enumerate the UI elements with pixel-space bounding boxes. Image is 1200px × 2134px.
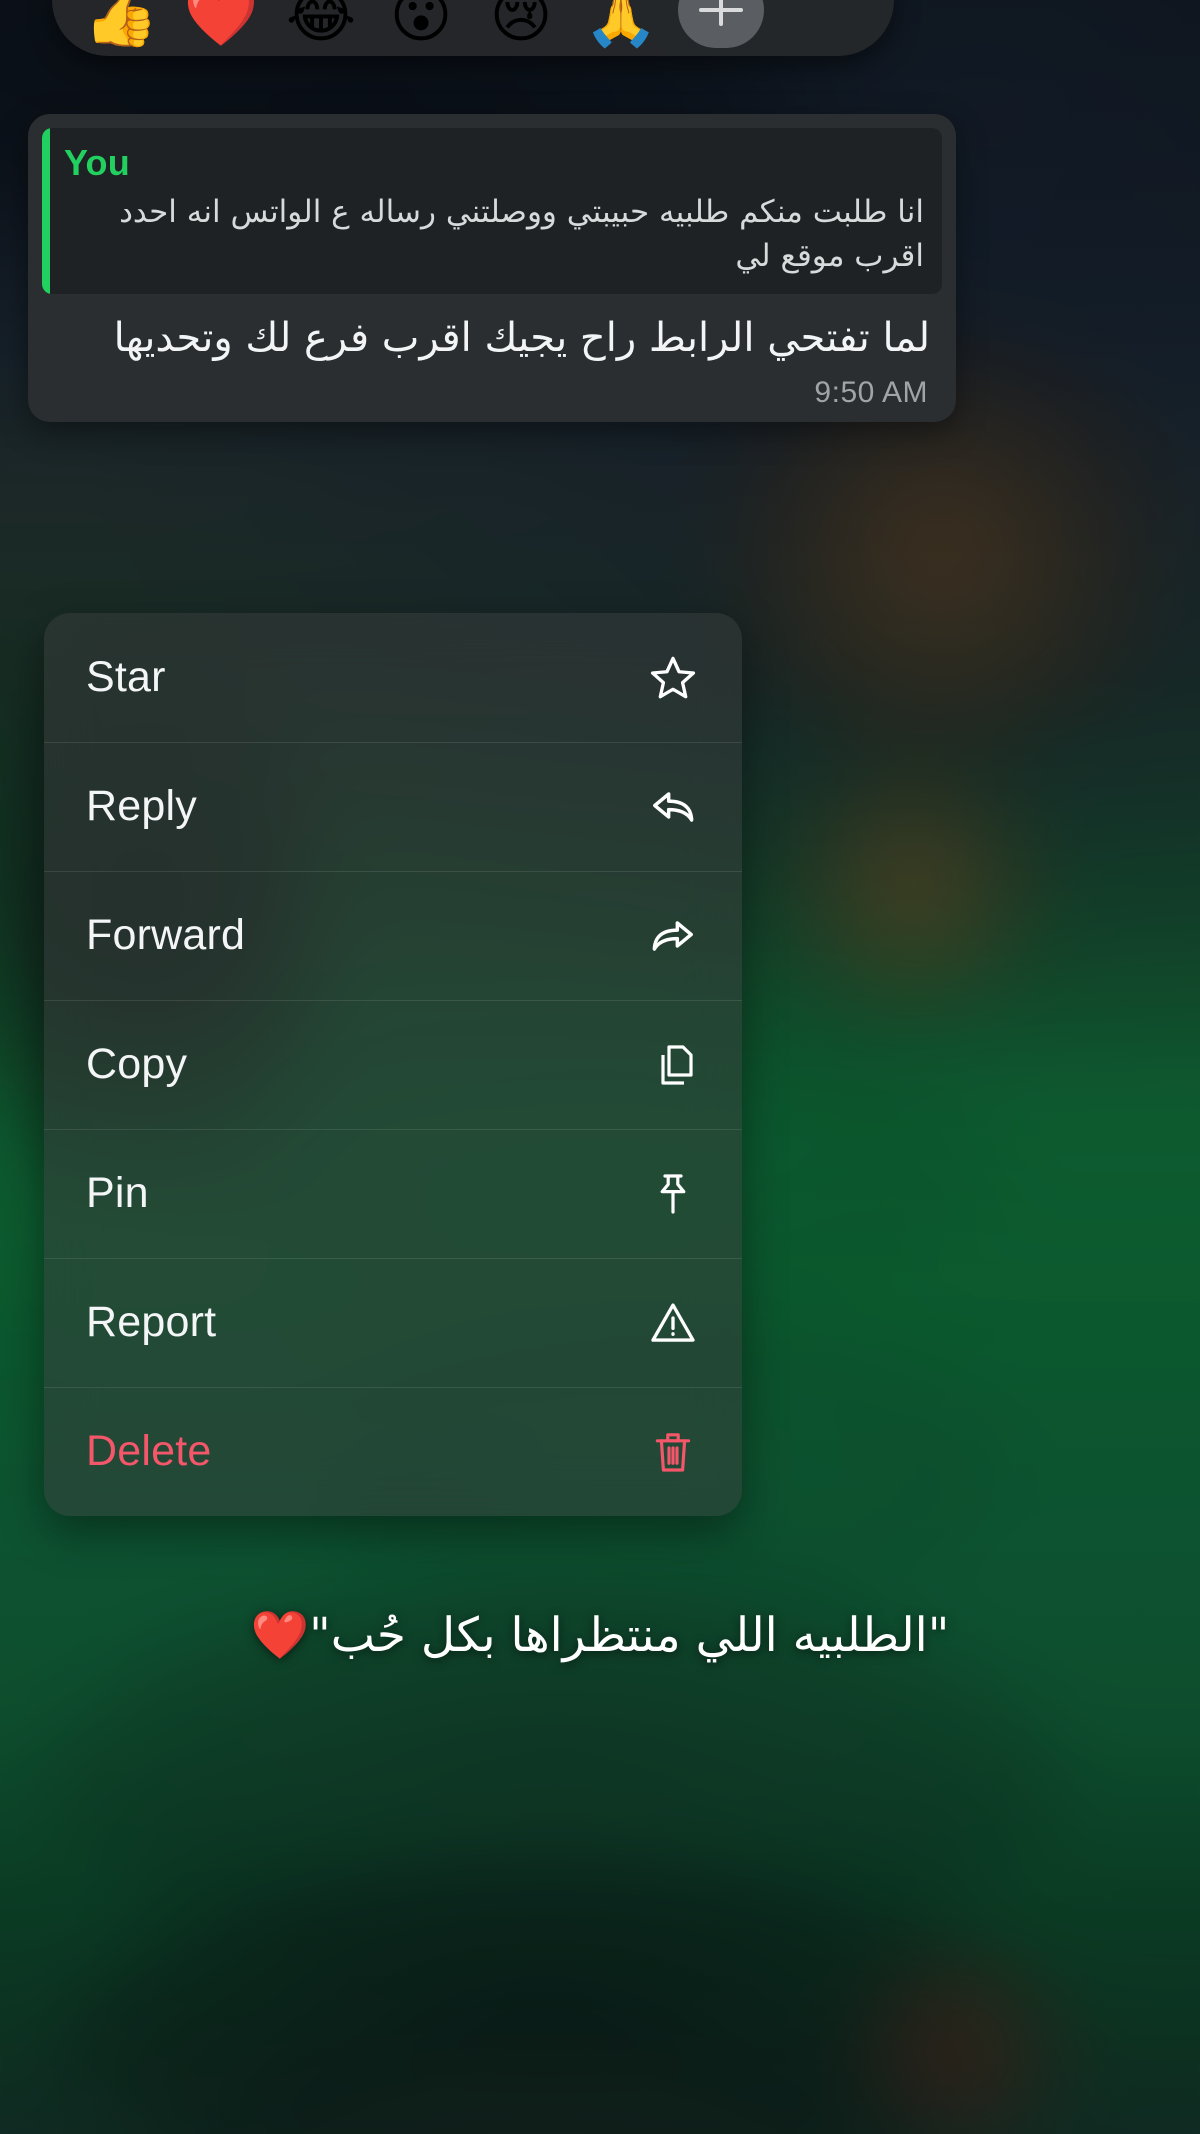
warning-triangle-icon — [644, 1294, 702, 1352]
reaction-open-mouth-icon[interactable]: 😮 — [378, 0, 464, 48]
menu-item-label: Report — [86, 1298, 217, 1346]
trash-icon — [644, 1423, 702, 1481]
menu-item-label: Forward — [86, 911, 246, 959]
forward-arrow-icon — [644, 907, 702, 965]
menu-item-copy[interactable]: Copy — [44, 1000, 742, 1129]
phone-screenshot: 👍 ❤️ 😂 😮 😢 🙏 You انا طلبت منكم طلبيه حبي… — [0, 0, 1200, 2134]
pushpin-icon — [644, 1165, 702, 1223]
reaction-folded-hands-icon[interactable]: 🙏 — [578, 0, 664, 48]
message-timestamp: 9:50 AM — [814, 375, 928, 409]
message-text: لما تفتحي الرابط راح يجيك اقرب فرع لك وت… — [113, 315, 930, 362]
photo-caption: "الطلبيه اللي منتظراها بكل حُب"❤️ — [250, 1608, 950, 1663]
quote-accent-bar — [42, 128, 50, 295]
message-context-menu[interactable]: Star Reply Forward Copy Pin Report Delet… — [44, 613, 742, 1516]
add-reaction-plus-icon[interactable] — [678, 0, 764, 48]
menu-item-label: Pin — [86, 1169, 149, 1217]
menu-item-label: Copy — [86, 1040, 188, 1088]
menu-item-label: Reply — [86, 782, 197, 830]
reaction-joy-icon[interactable]: 😂 — [278, 0, 364, 48]
menu-item-report[interactable]: Report — [44, 1258, 742, 1387]
menu-item-star[interactable]: Star — [44, 613, 742, 742]
quote-author-label: You — [64, 142, 130, 183]
quoted-reply-block[interactable]: You انا طلبت منكم طلبيه حبيبتي ووصلتني ر… — [42, 128, 942, 295]
menu-item-forward[interactable]: Forward — [44, 871, 742, 1000]
menu-item-label: Star — [86, 653, 166, 701]
quote-text: انا طلبت منكم طلبيه حبيبتي ووصلتني رساله… — [119, 194, 924, 275]
emoji-reaction-bar[interactable]: 👍 ❤️ 😂 😮 😢 🙏 — [52, 0, 894, 56]
menu-item-pin[interactable]: Pin — [44, 1129, 742, 1258]
menu-item-label: Delete — [86, 1427, 212, 1475]
reply-arrow-icon — [644, 778, 702, 836]
star-icon — [644, 649, 702, 707]
reaction-red-heart-icon[interactable]: ❤️ — [178, 0, 264, 48]
reaction-thumbs-up-icon[interactable]: 👍 — [78, 0, 164, 48]
menu-item-delete[interactable]: Delete — [44, 1387, 742, 1516]
reaction-crying-face-icon[interactable]: 😢 — [478, 0, 564, 48]
menu-item-reply[interactable]: Reply — [44, 742, 742, 871]
copy-documents-icon — [644, 1036, 702, 1094]
message-bubble[interactable]: You انا طلبت منكم طلبيه حبيبتي ووصلتني ر… — [28, 114, 956, 422]
